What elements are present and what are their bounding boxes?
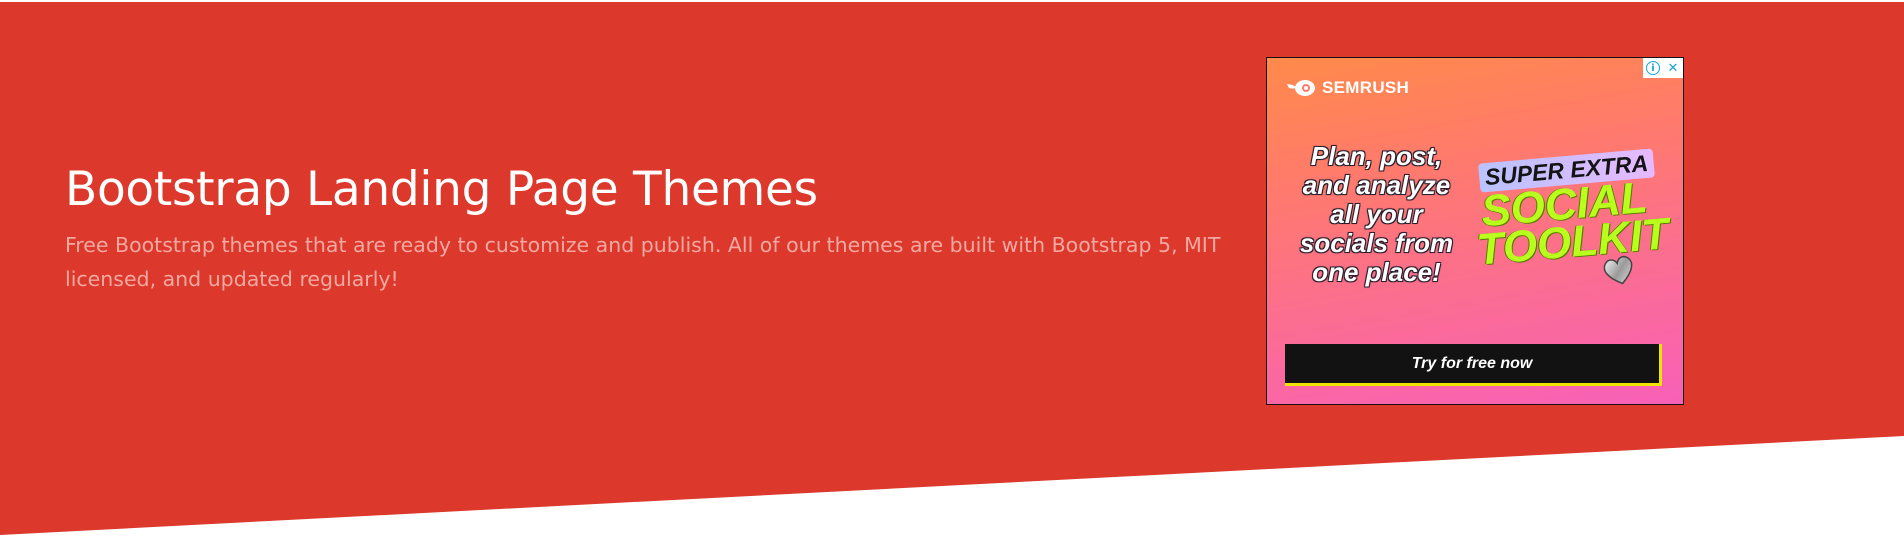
heart-icon bbox=[1603, 255, 1633, 285]
ad-headline-line: Plan, post, bbox=[1310, 141, 1443, 171]
advertisement[interactable]: i ✕ SEMRUSH Plan, post, and analyze all … bbox=[1266, 57, 1684, 405]
try-for-free-button[interactable]: Try for free now bbox=[1285, 344, 1662, 386]
ad-headline-line: all your bbox=[1330, 199, 1423, 229]
semrush-logo[interactable]: SEMRUSH bbox=[1287, 78, 1409, 98]
ad-close-icon[interactable]: ✕ bbox=[1663, 58, 1683, 78]
ad-headline-line: and analyze bbox=[1302, 170, 1451, 200]
semrush-flame-icon bbox=[1287, 80, 1315, 96]
semrush-wordmark: SEMRUSH bbox=[1322, 78, 1410, 97]
page: Bootstrap Landing Page Themes Free Boots… bbox=[0, 0, 1904, 549]
ad-headline-line: socials from bbox=[1299, 228, 1454, 258]
page-subtitle: Free Bootstrap themes that are ready to … bbox=[65, 233, 1221, 291]
ad-headline: Plan, post, and analyze all your socials… bbox=[1289, 142, 1464, 287]
hero-text-block: Bootstrap Landing Page Themes Free Boots… bbox=[65, 158, 1245, 296]
ad-headline-line: one place! bbox=[1312, 257, 1441, 287]
ad-info-icon[interactable]: i bbox=[1643, 58, 1663, 78]
page-title: Bootstrap Landing Page Themes bbox=[65, 162, 818, 217]
ad-controls: i ✕ bbox=[1643, 58, 1683, 78]
